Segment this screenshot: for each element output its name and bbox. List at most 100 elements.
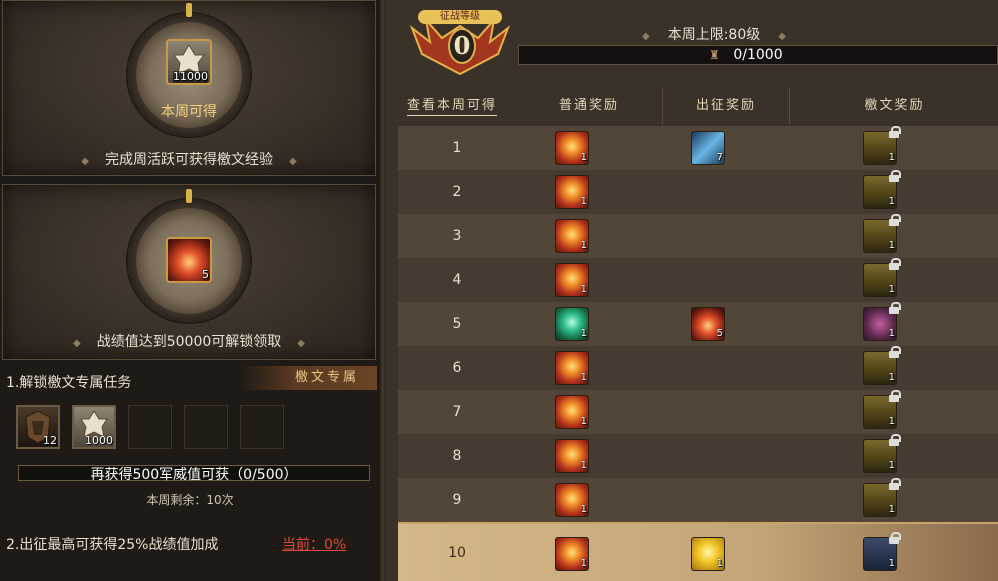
achievement-footer-row: ◆ 战绩值达到50000可解锁领取 ◆	[3, 331, 375, 351]
gold-chest-icon[interactable]: 1	[863, 346, 901, 385]
lock-icon	[889, 346, 901, 358]
diamond-ornament-icon: ◆	[642, 31, 650, 42]
table-body: 1 1 7 1 2 1 1 3 1 1 4 1 1 5 1 5 1 6 1 1 7 1 1 8 1 1 9 1 1 10 1 1 1	[398, 126, 998, 581]
ember-stone-icon[interactable]: 5	[691, 307, 725, 341]
item-qty: 1	[888, 240, 895, 251]
item-qty: 5	[716, 328, 723, 339]
row-level: 4	[452, 272, 462, 288]
item-qty: 1	[716, 558, 723, 569]
lock-icon	[889, 478, 901, 490]
view-week-label: 查看本周可得	[406, 98, 497, 116]
diamond-ornament-icon: ◆	[73, 338, 81, 349]
gold-chest-icon[interactable]: 1	[863, 126, 901, 165]
reward-table-panel: 征战等级 0 ◆ 本周上限:80级 ◆ ♜ 0/1000 查看本周可得 普通奖励 出…	[386, 0, 998, 581]
weekly-footer-row: ◆ 完成周活跃可获得檄文经验 ◆	[3, 149, 375, 169]
row-level: 8	[452, 448, 462, 464]
red-chest-icon[interactable]: 1	[555, 351, 589, 385]
row-level: 1	[452, 140, 462, 156]
exclusive-badge: 檄文专属	[240, 366, 377, 390]
jade-orb-icon[interactable]: 1	[555, 307, 589, 341]
medal-pin-icon	[186, 189, 192, 203]
merit-progress-text: 再获得500军威值可获（0/500）	[90, 467, 298, 483]
emblem-title: 征战等级	[418, 10, 502, 24]
red-dragon-chest-icon[interactable]: 1	[555, 537, 589, 571]
item-qty: 1	[888, 372, 895, 383]
item-qty: 1	[580, 328, 587, 339]
task-slot-5[interactable]	[240, 405, 284, 449]
weekly-remaining: 本周剩余：10次	[146, 493, 234, 507]
red-chest-icon[interactable]: 1	[555, 263, 589, 297]
gold-ingot-icon[interactable]: 1	[691, 537, 725, 571]
item-qty: 1	[888, 460, 895, 471]
red-chest-icon[interactable]: 1	[555, 131, 589, 165]
item-qty: 1	[580, 460, 587, 471]
gold-chest-icon[interactable]: 1	[863, 170, 901, 209]
red-chest-icon[interactable]: 1	[555, 439, 589, 473]
gold-chest-icon[interactable]: 1	[863, 434, 901, 473]
item-qty: 1	[580, 284, 587, 295]
table-row: 3 1 1	[398, 214, 998, 258]
item-qty: 1	[888, 328, 895, 339]
row-level: 10	[448, 545, 466, 561]
lock-icon	[889, 434, 901, 446]
diamond-ornament-icon: ◆	[297, 338, 305, 349]
item-qty: 1	[580, 504, 587, 515]
achievement-medal: 5	[127, 189, 251, 323]
current-bonus-link[interactable]: 当前：0%	[282, 534, 346, 554]
weekly-medal: 11000 本周可得	[127, 3, 251, 137]
red-chest-icon[interactable]: 1	[555, 219, 589, 253]
red-chest-icon[interactable]: 1	[555, 483, 589, 517]
task-slot-2[interactable]: 1000	[72, 405, 116, 449]
hero-portrait-icon[interactable]: 1	[863, 532, 901, 571]
blue-scroll-icon[interactable]: 7	[691, 131, 725, 165]
view-week-link[interactable]: 查看本周可得	[396, 88, 508, 124]
row-level: 9	[452, 492, 462, 508]
lock-icon	[889, 532, 901, 544]
table-header: 查看本周可得 普通奖励 出征奖励 檄文奖励	[386, 88, 998, 124]
table-row: 7 1 1	[398, 390, 998, 434]
item-qty: 1	[580, 372, 587, 383]
item-qty: 1	[580, 240, 587, 251]
item-qty: 1	[580, 416, 587, 427]
task-slot-1[interactable]: 12	[16, 405, 60, 449]
table-row: 2 1 1	[398, 170, 998, 214]
section2-title: 2.出征最高可获得25%战绩值加成	[6, 537, 219, 553]
item-qty: 1	[888, 152, 895, 163]
merit-progress-bar: 再获得500军威值可获（0/500）	[18, 465, 370, 483]
weekly-caption: 本周可得	[161, 104, 217, 120]
table-row: 10 1 1 1	[398, 522, 998, 581]
achievement-reward-panel: 5 ◆ 战绩值达到50000可解锁领取 ◆	[2, 184, 376, 360]
row-level: 5	[452, 316, 462, 332]
lock-icon	[889, 214, 901, 226]
red-chest-icon[interactable]: 1	[555, 395, 589, 429]
table-row: 5 1 5 1	[398, 302, 998, 346]
task-slot-4[interactable]	[184, 405, 228, 449]
table-row: 1 1 7 1	[398, 126, 998, 170]
war-banner-icon[interactable]: 11000	[166, 39, 212, 85]
table-row: 4 1 1	[398, 258, 998, 302]
purple-portrait-icon[interactable]: 1	[863, 302, 901, 341]
row-level: 7	[452, 404, 462, 420]
weekly-reward-panel: 11000 本周可得 ◆ 完成周活跃可获得檄文经验 ◆	[2, 0, 376, 176]
item-qty: 1	[580, 152, 587, 163]
slot-qty: 12	[43, 434, 57, 447]
ember-stone-icon[interactable]: 5	[166, 237, 212, 283]
lock-icon	[889, 170, 901, 182]
gold-chest-icon[interactable]: 1	[863, 258, 901, 297]
weekly-footer: 完成周活跃可获得檄文经验	[105, 152, 273, 168]
red-chest-icon[interactable]: 1	[555, 175, 589, 209]
item-qty: 1	[888, 416, 895, 427]
task-slot-3[interactable]	[128, 405, 172, 449]
left-panel: 11000 本周可得 ◆ 完成周活跃可获得檄文经验 ◆ 5 ◆ 战绩值达到50000可…	[0, 0, 380, 581]
item-qty: 1	[580, 196, 587, 207]
gold-chest-icon[interactable]: 1	[863, 214, 901, 253]
medal-pin-icon	[186, 3, 192, 17]
col-campaign: 出征奖励	[662, 88, 790, 124]
diamond-ornament-icon: ◆	[81, 156, 89, 167]
achievement-footer: 战绩值达到50000可解锁领取	[96, 334, 282, 350]
slot-qty: 1000	[85, 434, 113, 447]
gold-chest-icon[interactable]: 1	[863, 390, 901, 429]
item-qty: 1	[888, 504, 895, 515]
week-limit-text: 本周上限:80级	[667, 27, 761, 43]
gold-chest-icon[interactable]: 1	[863, 478, 901, 517]
